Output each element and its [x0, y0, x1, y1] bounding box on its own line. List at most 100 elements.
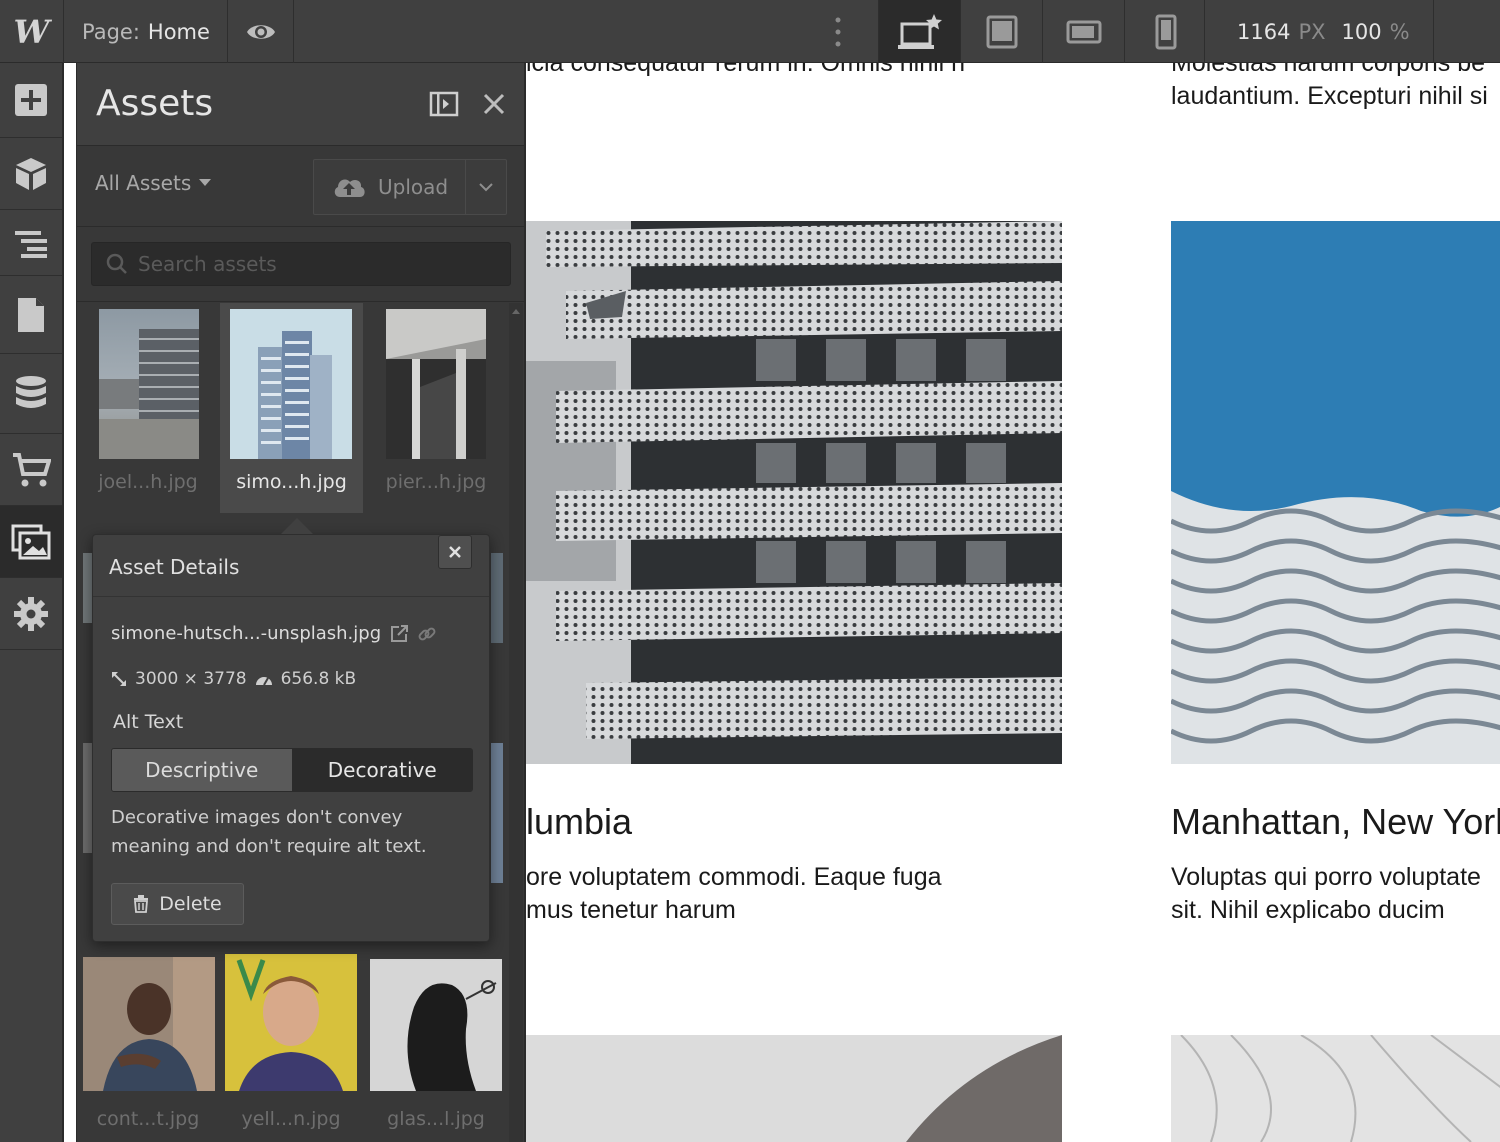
- images-icon: [11, 524, 51, 559]
- asset-details-popover: Asset Details simone-hutsch...-unsplash.…: [92, 534, 490, 942]
- page-document-icon: [18, 297, 44, 332]
- canvas-image-curve[interactable]: [526, 1035, 1062, 1142]
- top-bar: W Page: Home 1164 PX 100 %: [0, 0, 1500, 63]
- asset-tile[interactable]: joel...h.jpg: [81, 303, 215, 513]
- close-panel-button[interactable]: [481, 91, 507, 121]
- asset-thumbnail: [230, 309, 352, 459]
- asset-name: yell...n.jpg: [241, 1108, 341, 1130]
- search-input[interactable]: [138, 252, 498, 276]
- link-icon[interactable]: [417, 624, 437, 644]
- asset-details-title: Asset Details: [109, 555, 240, 579]
- asset-thumbnail: [99, 309, 199, 459]
- card-title-left[interactable]: lumbia: [526, 801, 632, 843]
- asset-filename-row: simone-hutsch...-unsplash.jpg: [111, 623, 437, 644]
- canvas-zoom-unit: %: [1389, 19, 1410, 44]
- card-title-right[interactable]: Manhattan, New York: [1171, 801, 1500, 843]
- close-details-button[interactable]: [438, 535, 472, 569]
- card-text-right-2[interactable]: sit. Nihil explicabo ducim: [1171, 896, 1445, 925]
- asset-tile[interactable]: yell...n.jpg: [224, 953, 358, 1142]
- plus-square-icon: [15, 84, 47, 116]
- asset-tile[interactable]: pier...h.jpg: [369, 303, 503, 513]
- close-icon: [449, 546, 461, 558]
- asset-filename: simone-hutsch...-unsplash.jpg: [111, 623, 382, 644]
- canvas-width-unit: PX: [1298, 19, 1326, 44]
- canvas-size-readout: 1164 PX 100 %: [1204, 0, 1434, 63]
- left-toolbar: [0, 63, 64, 1142]
- eye-icon: [246, 24, 275, 39]
- cube-icon: [16, 157, 46, 190]
- assets-toolbar: All Assets Upload: [77, 147, 524, 227]
- canvas-image-wave-facade[interactable]: [1171, 221, 1500, 764]
- close-icon: [483, 93, 505, 115]
- asset-thumbnail: [386, 309, 486, 459]
- canvas-zoom[interactable]: 100: [1342, 20, 1382, 44]
- upload-options-button[interactable]: [466, 182, 506, 192]
- breakpoint-mobile-landscape[interactable]: [1042, 0, 1124, 63]
- external-link-icon[interactable]: [389, 624, 409, 644]
- trash-icon: [134, 895, 149, 913]
- upload-label: Upload: [378, 175, 449, 199]
- dock-panel-icon: [429, 91, 459, 117]
- design-canvas[interactable]: icia consequatur rerum in. Omnis nihil n…: [526, 63, 1500, 1142]
- asset-thumbnail-partial: [491, 553, 503, 643]
- asset-tile[interactable]: glas...l.jpg: [369, 953, 503, 1142]
- alt-option-decorative[interactable]: Decorative: [292, 749, 472, 791]
- gear-icon: [14, 596, 48, 631]
- alt-option-descriptive[interactable]: Descriptive: [112, 749, 293, 791]
- asset-grid-scrollbar[interactable]: [509, 303, 523, 1142]
- card-text-left-2[interactable]: mus tenetur harum: [526, 896, 736, 925]
- webflow-logo[interactable]: W: [0, 0, 64, 63]
- asset-filter-dropdown[interactable]: All Assets: [95, 171, 212, 195]
- dock-panel-button[interactable]: [429, 91, 459, 121]
- asset-thumbnail-partial: [491, 743, 503, 883]
- canvas-image-lines[interactable]: [1171, 1035, 1500, 1142]
- settings-button[interactable]: [0, 578, 62, 650]
- delete-label: Delete: [159, 893, 222, 915]
- canvas-paragraph-top-left[interactable]: icia consequatur rerum in. Omnis nihil n: [526, 63, 965, 78]
- delete-asset-button[interactable]: Delete: [111, 883, 244, 925]
- assets-button[interactable]: [0, 506, 62, 578]
- caret-down-icon: [199, 179, 212, 186]
- asset-name: cont...t.jpg: [96, 1108, 200, 1130]
- canvas-paragraph-top-right-2[interactable]: laudantium. Excepturi nihil si: [1171, 82, 1488, 111]
- breakpoint-desktop-base[interactable]: [878, 0, 960, 63]
- canvas-width[interactable]: 1164: [1237, 20, 1290, 44]
- asset-thumbnail: [370, 959, 502, 1091]
- asset-tile-selected[interactable]: simo...h.jpg: [220, 303, 363, 513]
- navigator-lines-icon: [15, 230, 47, 258]
- card-text-left-1[interactable]: ore voluptatem commodi. Eaque fuga: [526, 863, 942, 892]
- tablet-icon: [986, 15, 1017, 48]
- more-options-button[interactable]: [820, 0, 856, 63]
- cart-icon: [13, 452, 51, 486]
- canvas-image-facade[interactable]: [526, 221, 1062, 764]
- gauge-icon: [255, 677, 272, 686]
- cms-button[interactable]: [0, 354, 62, 434]
- assets-panel-header: Assets: [77, 63, 524, 146]
- preview-button[interactable]: [228, 0, 294, 63]
- page-prefix: Page:: [82, 19, 140, 44]
- asset-tile[interactable]: cont...t.jpg: [81, 953, 215, 1142]
- upload-button-group: Upload: [313, 159, 507, 215]
- asset-filesize: 656.8 kB: [280, 669, 357, 689]
- upload-button[interactable]: Upload: [314, 160, 466, 214]
- canvas-paragraph-top-right-1[interactable]: Molestias harum corporis be: [1171, 63, 1485, 78]
- ecommerce-button[interactable]: [0, 434, 62, 506]
- page-selector[interactable]: Page: Home: [64, 0, 228, 63]
- card-text-right-1[interactable]: Voluptas qui porro voluptate: [1171, 863, 1481, 892]
- breakpoint-tablet[interactable]: [960, 0, 1042, 63]
- asset-name: simo...h.jpg: [236, 471, 347, 493]
- pages-button[interactable]: [0, 276, 62, 354]
- alt-text-toggle: Descriptive Decorative: [111, 748, 473, 792]
- navigator-button[interactable]: [0, 210, 62, 276]
- search-icon: [106, 253, 127, 274]
- breakpoint-mobile-portrait[interactable]: [1124, 0, 1206, 63]
- asset-name: joel...h.jpg: [98, 471, 198, 493]
- asset-search-box: [91, 242, 511, 286]
- phone-portrait-icon: [1155, 14, 1176, 49]
- asset-details-header: Asset Details: [93, 535, 489, 597]
- add-elements-button[interactable]: [0, 63, 62, 138]
- resize-arrows-icon: [112, 672, 126, 686]
- scroll-up-arrow-icon[interactable]: [512, 309, 520, 314]
- symbols-button[interactable]: [0, 138, 62, 210]
- alt-text-help: Decorative images don't convey meaning a…: [111, 807, 427, 857]
